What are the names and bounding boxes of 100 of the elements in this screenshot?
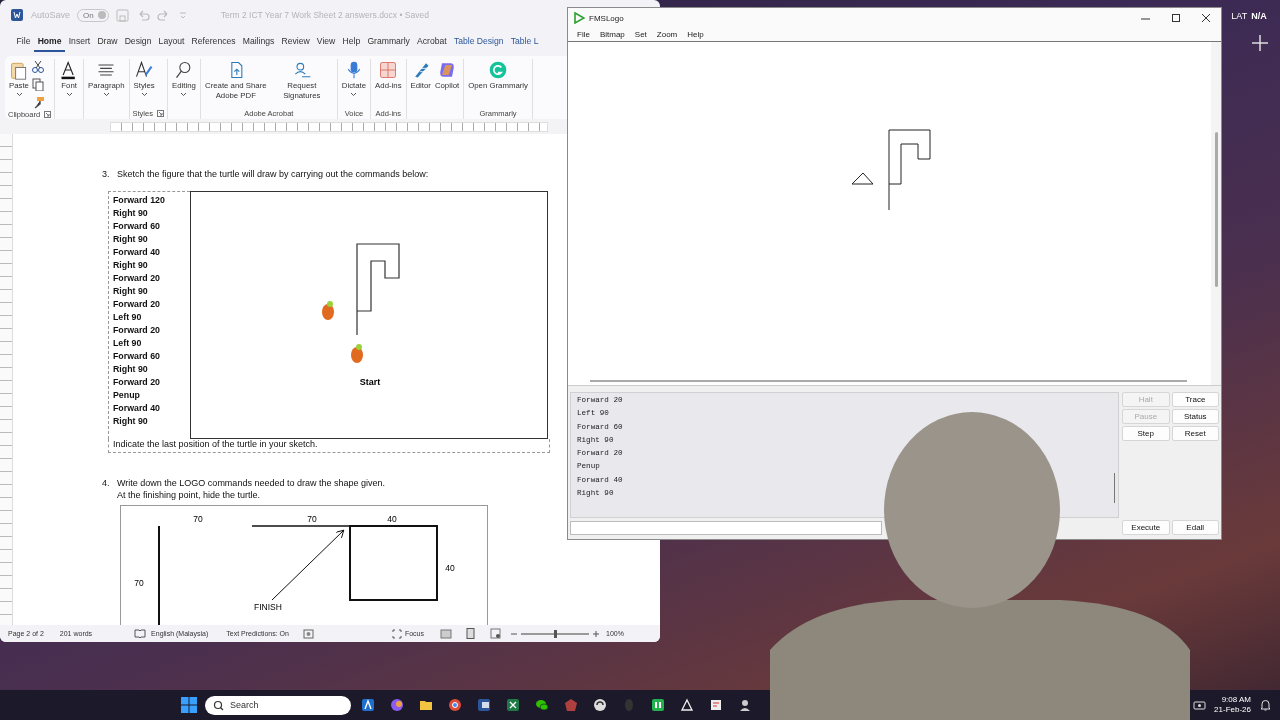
circular-app-icon[interactable] [593,698,607,712]
user-app-icon[interactable] [738,698,752,712]
format-painter-icon[interactable] [32,96,45,109]
command-button[interactable]: Step [1122,426,1170,441]
ribbon-tab[interactable]: Draw [93,32,122,52]
polygon-app-icon[interactable] [564,698,578,712]
ribbon-tab[interactable]: Mailings [239,32,278,52]
command-line: Left 90 [113,311,143,324]
command-button[interactable]: Trace [1171,392,1219,407]
accessibility-icon[interactable] [302,628,314,639]
start-icon[interactable] [181,697,197,713]
clock-time[interactable]: 9:08 AM [1221,695,1251,705]
command-input[interactable] [570,521,882,535]
taskbar-search-bar[interactable]: Search [205,695,351,715]
notepad-app-icon[interactable] [709,698,723,712]
question-text: Write down the LOGO commands needed to draw the shape given. [117,477,385,489]
book-icon[interactable] [134,628,147,639]
ribbon-tab[interactable]: Review [277,32,314,52]
command-line: Forward 60 [113,220,161,233]
browser-icon[interactable] [448,698,462,712]
ribbon-tab[interactable]: Grammarly [363,32,414,52]
command-line: Left 90 [113,337,143,350]
ribbon-tab[interactable]: Home [34,32,66,52]
app-icon[interactable] [361,698,375,712]
maximize-icon[interactable] [1172,13,1180,22]
caret-icon [140,91,148,97]
command-line: Right 90 [113,233,149,246]
search-input[interactable]: Search [230,700,330,710]
tray-icon[interactable] [1193,698,1207,712]
menu-item[interactable]: Set [629,30,652,39]
spreadsheet-app-icon[interactable] [506,698,520,712]
command-line: Right 90 [113,415,149,428]
scrollbar-thumb[interactable] [1113,473,1115,503]
zoom-slider[interactable] [553,629,557,638]
command-button[interactable]: Status [1171,409,1219,424]
menu-item[interactable]: Zoom [651,30,683,39]
caret-icon [65,91,73,97]
execute-button[interactable]: Execute [1122,520,1170,535]
dialog-launcher-icon[interactable] [156,110,164,117]
vertical-scrollbar[interactable] [1211,42,1221,385]
dimension-label: 40 [387,514,397,524]
question-number: 3. [102,168,111,180]
ribbon-tab[interactable]: Table Design [450,32,508,52]
ribbon-tab[interactable]: Insert [65,32,94,52]
ribbon-tab[interactable]: Design [121,32,155,52]
command-line: Penup [113,389,141,402]
turtle-icon [351,344,363,363]
copilot-icon[interactable] [390,698,404,712]
print-layout-icon[interactable] [465,628,476,639]
plus-icon[interactable] [1252,35,1268,51]
ribbon-tab[interactable]: Acrobat [413,32,451,52]
styles-brush-icon [134,60,155,80]
question-number: 4. [102,477,111,489]
clock-date[interactable]: 21-Feb-26 [1214,705,1251,715]
triangle-app-icon[interactable] [680,698,694,712]
ribbon-tab[interactable]: Layout [155,32,188,52]
ribbon-tab[interactable]: File [13,32,35,52]
ribbon-tab[interactable]: References [188,32,240,52]
menu-item[interactable]: Bitmap [594,30,630,39]
edall-button[interactable]: Edall [1171,520,1219,535]
turtle-icon [851,172,874,185]
command-line: Forward 120 [113,194,166,207]
ribbon-tab[interactable]: Help [338,32,364,52]
web-layout-icon[interactable] [490,628,501,639]
command-line: Right 90 [113,285,149,298]
command-button[interactable]: Reset [1171,426,1219,441]
word-app-icon[interactable] [477,698,491,712]
close-icon[interactable] [1202,13,1210,22]
search-icon [213,699,224,711]
scissors-icon[interactable] [32,60,44,73]
app-logo-icon [573,12,585,24]
read-mode-icon[interactable] [440,628,452,639]
bell-icon[interactable] [1259,698,1272,712]
ribbon-tab[interactable]: Table L [507,32,543,52]
instruction-text: Indicate the last position of the turtle in your sketch. [113,439,318,449]
chat-app-icon[interactable] [535,698,549,712]
command-line: Forward 20 [113,272,161,285]
focus-icon[interactable] [391,628,402,639]
dialog-launcher-icon[interactable] [44,110,52,118]
menu-item[interactable]: Help [682,30,709,39]
keyboard-language[interactable]: LAT [1231,11,1248,21]
command-line: Forward 20 [113,298,161,311]
dimension-label: 70 [193,514,203,524]
grid-squares-icon [378,60,399,80]
zoom-in-icon[interactable] [593,630,599,637]
caret-icon [15,91,23,97]
question-text: Sketch the figure that the turtle will draw by carrying out the commands below: [117,168,429,180]
keyboard-layout[interactable]: N/A [1251,11,1267,21]
command-line: Forward 20 [113,324,161,337]
folder-icon[interactable] [419,698,433,712]
dimension-label: 70 [307,514,317,524]
command-line: Forward 40 [113,402,161,415]
caret-icon [350,91,358,97]
bars-app-icon[interactable] [651,698,665,712]
ribbon-tab[interactable]: View [313,32,339,52]
autosave-label: AutoSave [31,10,71,20]
dimension-label: FINISH [254,602,282,612]
copy-icon[interactable] [32,78,44,91]
dimension-label: 70 [134,578,144,588]
menu-item[interactable]: File [572,30,595,39]
